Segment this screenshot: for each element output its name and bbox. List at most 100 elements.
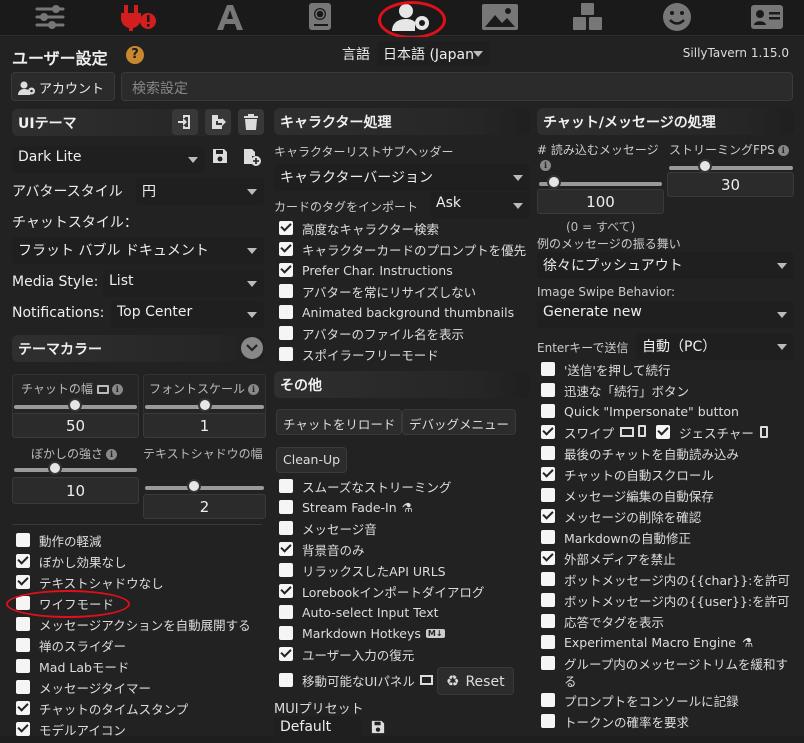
col2misc-checkbox-5[interactable]: Lorebookインポートダイアログ: [279, 581, 484, 601]
notifications-select[interactable]: Top Center: [111, 301, 264, 328]
load-messages-value[interactable]: 100: [537, 189, 664, 214]
checkbox[interactable]: [279, 626, 293, 640]
checkbox[interactable]: [16, 638, 30, 652]
font-icon[interactable]: [200, 0, 260, 34]
checkbox[interactable]: [16, 680, 30, 694]
book-globe-icon[interactable]: [290, 0, 350, 34]
checkbox[interactable]: [279, 605, 293, 619]
checkbox[interactable]: [279, 242, 293, 256]
load-messages-thumb[interactable]: [547, 175, 561, 189]
fps-value[interactable]: 30: [667, 172, 794, 197]
checkbox[interactable]: [279, 284, 293, 298]
text-shadow-value[interactable]: 2: [143, 494, 266, 519]
delete-theme-icon[interactable]: [238, 109, 264, 135]
id-card-icon[interactable]: [737, 0, 797, 34]
checkbox[interactable]: [279, 347, 293, 361]
checkbox[interactable]: [279, 542, 293, 556]
font-scale-thumb[interactable]: [198, 398, 212, 412]
col1-checkbox-7[interactable]: メッセージタイマー: [16, 677, 151, 697]
checkbox[interactable]: [541, 488, 555, 502]
reset-button[interactable]: ♻ Reset: [437, 667, 514, 695]
fps-track[interactable]: [669, 166, 793, 170]
chat-style-select[interactable]: フラット バブル ドキュメント: [12, 237, 264, 264]
col3-checkbox-12[interactable]: 応答でタグを表示: [541, 611, 664, 631]
import-tags-select[interactable]: Ask: [430, 192, 530, 219]
image-swipe-select[interactable]: Generate new: [537, 301, 794, 328]
cleanup-button[interactable]: Clean-Up: [276, 447, 348, 473]
new-theme-icon[interactable]: [243, 148, 261, 170]
theme-colors-header[interactable]: テーマカラー: [12, 335, 264, 362]
blur-value[interactable]: 10: [12, 477, 139, 504]
col1-checkbox-9[interactable]: モデルアイコン: [16, 719, 126, 739]
chat-width-thumb[interactable]: [68, 398, 82, 412]
col2-checkbox-0[interactable]: 高度なキャラクター検索: [279, 218, 439, 238]
checkbox[interactable]: [541, 446, 555, 460]
col2-checkbox-2[interactable]: Prefer Char. Instructions: [279, 260, 453, 280]
checkbox[interactable]: [279, 673, 293, 687]
col3-checkbox-1[interactable]: 迅速な「続行」ボタン: [541, 380, 689, 400]
col3-checkbox-3[interactable]: スワイプ ジェスチャー: [541, 422, 768, 442]
col3-checkbox-14[interactable]: グループ内のメッセージトリムを緩和す: [541, 653, 788, 673]
col2-checkbox-6[interactable]: スポイラーフリーモード: [279, 344, 439, 364]
checkbox[interactable]: [541, 530, 555, 544]
smile-icon[interactable]: [647, 0, 707, 34]
checkbox[interactable]: [16, 659, 30, 673]
col2-checkbox-5[interactable]: アバターのファイル名を表示: [279, 323, 464, 343]
col3-checkbox-0[interactable]: '送信'を押して続行: [541, 359, 671, 379]
col1-checkbox-2[interactable]: テキストシャドウなし: [16, 572, 164, 592]
col2-checkbox-4[interactable]: Animated background thumbnails: [279, 302, 514, 322]
debug-menu-button[interactable]: デバッグメニュー: [402, 409, 517, 435]
col3-checkbox-5[interactable]: チャットの自動スクロール: [541, 464, 714, 484]
language-select[interactable]: 日本語 (Japan: [377, 41, 490, 66]
col2misc-checkbox-6[interactable]: Auto-select Input Text: [279, 602, 439, 622]
col3-checkbox-10[interactable]: ボットメッセージ内の{{char}}:を許可: [541, 569, 790, 589]
import-theme-icon[interactable]: [172, 109, 198, 135]
save-preset-icon[interactable]: [371, 720, 385, 738]
col1-checkbox-6[interactable]: Mad Labモード: [16, 656, 129, 676]
col2misc-checkbox-0[interactable]: スムーズなストリーミング: [279, 476, 451, 496]
col1-checkbox-1[interactable]: ぼかし効果なし: [16, 551, 127, 571]
col3-checkbox-6[interactable]: メッセージ編集の自動保存: [541, 485, 714, 505]
checkbox[interactable]: [16, 722, 30, 736]
col2misc-checkbox-7[interactable]: Markdown Hotkeys M↓: [279, 623, 445, 643]
theme-select[interactable]: Dark Lite: [12, 146, 205, 173]
col2-checkbox-1[interactable]: キャラクターカードのプロンプトを優先: [279, 239, 526, 259]
col1-checkbox-0[interactable]: 動作の軽減: [16, 530, 102, 550]
col2misc-checkbox-3[interactable]: 背景音のみ: [279, 539, 365, 559]
checkbox[interactable]: [541, 656, 555, 670]
col2-checkbox-3[interactable]: アバターを常にリサイズしない: [279, 281, 476, 301]
text-shadow-track[interactable]: [145, 486, 264, 490]
checkbox[interactable]: [279, 479, 293, 493]
chevron-down-icon[interactable]: [241, 337, 263, 359]
checkbox[interactable]: [541, 635, 555, 649]
checkbox[interactable]: [16, 533, 30, 547]
fps-thumb[interactable]: [698, 159, 712, 173]
checkbox[interactable]: [541, 362, 555, 376]
checkbox[interactable]: [541, 693, 555, 707]
checkbox[interactable]: [16, 617, 30, 631]
checkbox[interactable]: [279, 584, 293, 598]
col3-checkbox-4[interactable]: 最後のチャットを自動読み込み: [541, 443, 739, 463]
checkbox[interactable]: [16, 701, 30, 715]
col2misc-checkbox-2[interactable]: メッセージ音: [279, 518, 377, 538]
avatar-style-select[interactable]: 円: [136, 178, 264, 205]
export-theme-icon[interactable]: [205, 109, 231, 135]
col2misc-checkbox-9[interactable]: 移動可能なUIパネル: [279, 670, 433, 690]
checkbox[interactable]: [541, 614, 555, 628]
checkbox[interactable]: [279, 521, 293, 535]
checkbox[interactable]: [541, 572, 555, 586]
col3-checkbox-9[interactable]: 外部メディアを禁止: [541, 548, 676, 568]
image-icon[interactable]: [470, 0, 530, 34]
col1-checkbox-5[interactable]: 禅のスライダー: [16, 635, 126, 655]
col3-checkbox-7[interactable]: メッセージの削除を確認: [541, 506, 701, 526]
checkbox[interactable]: [279, 647, 293, 661]
col3-checkbox-16[interactable]: トークンの確率を要求: [541, 711, 689, 731]
col3-checkbox-8[interactable]: Markdownの自動修正: [541, 527, 691, 547]
save-theme-icon[interactable]: [212, 148, 228, 168]
search-settings-input[interactable]: 検索設定: [121, 72, 793, 101]
col3-checkbox-13[interactable]: Experimental Macro Engine ⚗: [541, 632, 753, 652]
cubes-icon[interactable]: [558, 0, 618, 34]
col3-checkbox-2[interactable]: Quick "Impersonate" button: [541, 401, 739, 421]
text-shadow-thumb[interactable]: [187, 479, 201, 493]
checkbox[interactable]: [279, 326, 293, 340]
